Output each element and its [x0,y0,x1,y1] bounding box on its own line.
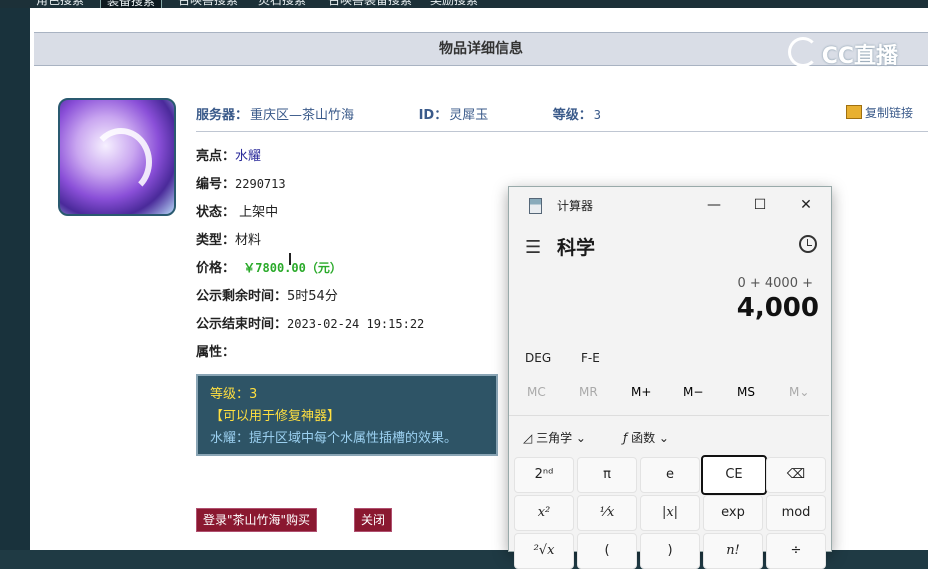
top-navigation: 角色搜索 装备搜索 召唤兽搜索 灵石搜索 召唤兽装备搜索 奖励搜索 [0,0,928,8]
text-cursor-icon [289,253,291,265]
tab-role-search[interactable]: 角色搜索 [30,0,90,8]
absolute-key[interactable]: |x| [640,495,700,531]
description-effect: 水耀：提升区域中每个水属性插槽的效果。 [210,431,458,446]
tab-equipment-search[interactable]: 装备搜索 [100,0,163,8]
calculator-app-icon [529,198,542,214]
price-row: 价格： ￥7800.00（元） [196,261,342,276]
trig-icon: ◿ [523,431,533,445]
second-key[interactable]: 2ⁿᵈ [514,457,574,493]
ce-key[interactable]: CE [701,455,767,495]
factorial-key[interactable]: n! [703,533,763,569]
fe-button[interactable]: F-E [581,351,600,365]
divider [196,131,928,132]
attribute-row: 属性： [196,345,236,360]
server-value: 重庆区—茶山竹海 [250,108,355,123]
buy-button[interactable]: 登录"茶山竹海"购买 [196,508,318,532]
brand-text: CC直播 [821,44,898,69]
tab-stone-search[interactable]: 灵石搜索 [252,0,312,8]
mod-key[interactable]: mod [766,495,826,531]
copy-link-icon [845,105,862,119]
trigonometry-dropdown[interactable]: ◿ 三角学 ⌄ [523,429,586,446]
square-key[interactable]: x² [514,495,574,531]
level-value: 3 [593,108,601,122]
tab-pet-search[interactable]: 召唤兽搜索 [172,0,244,8]
hamburger-menu-icon[interactable]: ☰ [525,237,541,258]
copy-link-button[interactable]: 复制链接 [845,104,913,121]
copy-link-label: 复制链接 [864,106,913,120]
reciprocal-key[interactable]: ¹⁄x [577,495,637,531]
function-icon: ƒ [623,431,628,445]
minimize-icon[interactable]: — [699,193,729,217]
maximize-icon[interactable]: ☐ [745,193,775,217]
close-button[interactable]: 关闭 [354,508,393,532]
function-dropdown[interactable]: ƒ 函数 ⌄ [623,429,669,446]
calculator-expression: 0 + 4000 + [737,276,813,291]
backspace-key[interactable]: ⌫ [766,457,826,493]
number-row: 编号：2290713 [196,177,286,192]
memory-dropdown-button[interactable]: M⌄ [789,385,809,399]
ms-button[interactable]: MS [737,385,755,399]
tab-reward-search[interactable]: 奖励搜索 [424,0,484,8]
end-time-row: 公示结束时间：2023-02-24 19:15:22 [196,317,425,332]
history-icon[interactable] [799,235,817,253]
number-value: 2290713 [235,177,286,191]
calculator-titlebar[interactable]: 计算器 — ☐ ✕ [509,187,829,223]
close-icon[interactable]: ✕ [791,193,821,217]
close-paren-key[interactable]: ) [640,533,700,569]
calculator-title: 计算器 [557,199,594,213]
description-usage: 【可以用于修复神器】 [210,409,341,424]
m-plus-button[interactable]: M+ [631,385,651,399]
type-row: 类型：材料 [196,233,262,248]
root-key[interactable]: ²√x [514,533,574,569]
calculator-mode: 科学 [557,237,596,259]
calculator-separator [509,415,829,416]
divide-key[interactable]: ÷ [766,533,826,569]
calculator-result: 4,000 [736,293,819,323]
item-description: 等级：3 【可以用于修复神器】 水耀：提升区域中每个水属性插槽的效果。 [196,374,498,456]
price-value: ￥7800.00（元） [243,261,342,275]
server-info: 服务器： 重庆区—茶山竹海 [196,108,355,123]
trig-label: 三角学 [536,431,573,445]
id-value: 灵犀玉 [449,108,489,123]
highlight-value: 水耀 [235,149,262,164]
item-image-icon [58,98,176,216]
function-label: 函数 [631,431,656,445]
open-paren-key[interactable]: ( [577,533,637,569]
m-minus-button[interactable]: M− [683,385,703,399]
level-info: 等级： 3 [552,108,601,123]
description-level: 等级：3 [210,387,258,402]
calculator-window: 计算器 — ☐ ✕ ☰ 科学 0 + 4000 + 4,000 DEG F-E … [508,186,832,569]
type-value: 材料 [235,233,262,248]
status-value: 上架中 [239,205,279,220]
remaining-value: 5时54分 [287,289,338,304]
tab-pet-equipment-search[interactable]: 召唤兽装备搜索 [322,0,418,8]
panel-header: 物品详细信息 CC直播 [34,32,928,69]
e-key[interactable]: e [640,457,700,493]
end-time-value: 2023-02-24 19:15:22 [287,317,425,331]
brand-logo-icon [787,37,818,67]
left-strip [0,8,30,550]
remaining-row: 公示剩余时间：5时54分 [196,289,338,304]
highlight-row: 亮点：水耀 [196,149,262,164]
deg-button[interactable]: DEG [525,351,551,365]
mc-button[interactable]: MC [527,385,546,399]
exp-key[interactable]: exp [703,495,763,531]
pi-key[interactable]: π [577,457,637,493]
status-row: 状态： 上架中 [196,205,279,220]
item-meta: 服务器： 重庆区—茶山竹海 ID： 灵犀玉 等级： 3 [196,104,661,123]
brand-watermark: CC直播 [787,37,898,70]
mr-button[interactable]: MR [579,385,598,399]
id-info: ID： 灵犀玉 [418,108,489,123]
